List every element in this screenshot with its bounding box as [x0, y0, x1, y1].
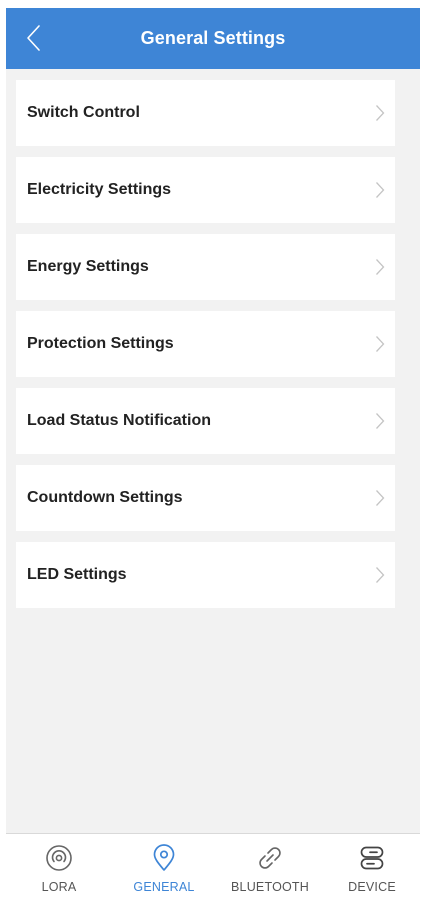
bottom-tab-bar: LORA GENERAL BLUETOOTH DEVICE	[6, 833, 420, 901]
chevron-right-icon	[376, 490, 385, 506]
menu-item-label: Electricity Settings	[27, 181, 172, 198]
link-icon	[259, 847, 281, 869]
device-toggle-icon	[360, 846, 384, 870]
tab-device[interactable]: DEVICE	[322, 834, 420, 901]
menu-item-label: Countdown Settings	[27, 489, 183, 506]
page-title: General Settings	[140, 28, 286, 48]
chevron-right-icon	[376, 105, 385, 121]
tab-label: LORA	[41, 880, 77, 894]
menu-item-electricity-settings[interactable]: Electricity Settings	[16, 157, 395, 223]
menu-item-switch-control[interactable]: Switch Control	[16, 80, 395, 146]
menu-item-label: Load Status Notification	[27, 412, 211, 429]
menu-item-countdown-settings[interactable]: Countdown Settings	[16, 465, 395, 531]
menu-item-label: LED Settings	[27, 566, 127, 583]
menu-item-led-settings[interactable]: LED Settings	[16, 542, 395, 608]
chevron-right-icon	[376, 336, 385, 352]
menu-item-energy-settings[interactable]: Energy Settings	[16, 234, 395, 300]
tab-label: GENERAL	[133, 880, 195, 894]
location-pin-icon	[153, 844, 175, 871]
tab-bluetooth[interactable]: BLUETOOTH	[220, 834, 320, 901]
menu-item-label: Energy Settings	[27, 258, 149, 275]
menu-item-label: Switch Control	[27, 104, 140, 121]
tab-label: BLUETOOTH	[231, 880, 309, 894]
menu-item-load-status-notification[interactable]: Load Status Notification	[16, 388, 395, 454]
lora-signal-icon	[46, 845, 72, 871]
tab-label: DEVICE	[348, 880, 396, 894]
menu-item-protection-settings[interactable]: Protection Settings	[16, 311, 395, 377]
app-frame: General Settings Switch Control Electric…	[6, 8, 420, 901]
chevron-right-icon	[376, 567, 385, 583]
menu-item-label: Protection Settings	[27, 335, 174, 352]
app-header: General Settings	[6, 8, 420, 69]
chevron-right-icon	[376, 259, 385, 275]
chevron-right-icon	[376, 413, 385, 429]
settings-menu: Switch Control Electricity Settings Ener…	[16, 80, 395, 619]
tab-lora[interactable]: LORA	[9, 834, 109, 901]
chevron-right-icon	[376, 182, 385, 198]
tab-general[interactable]: GENERAL	[114, 834, 214, 901]
